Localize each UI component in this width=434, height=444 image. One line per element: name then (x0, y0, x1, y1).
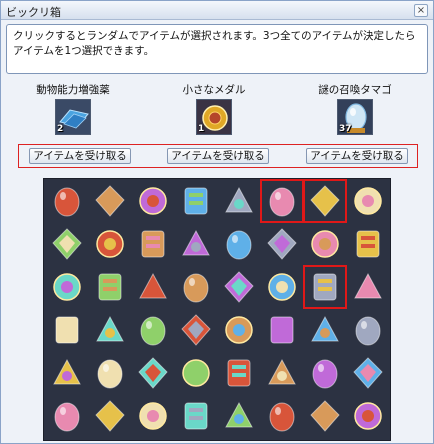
gold-crystal-icon[interactable] (220, 225, 258, 263)
item-quantity: 1 (198, 124, 205, 134)
item-grid (43, 178, 391, 441)
receive-item-button-3[interactable]: アイテムを受け取る (306, 148, 408, 164)
monkey-mask-icon[interactable] (220, 397, 258, 435)
selected-items-panel: 動物能力増強薬 2 小さなメダル 1 謎の召喚タマゴ 37 アイテムを受け取る … (15, 78, 421, 174)
selected-item-label: 謎の召喚タマゴ (318, 84, 392, 96)
instruction-message: クリックするとランダムでアイテムが選択されます。3つ全てのアイテムが決定したらア… (6, 24, 428, 74)
red-crystal-icon[interactable] (91, 225, 129, 263)
title-bar[interactable]: ビックリ箱 × (1, 1, 433, 20)
red-gem-ring-icon[interactable] (134, 354, 172, 392)
puzzle-box-icon[interactable] (349, 397, 387, 435)
receive-item-button-1[interactable]: アイテムを受け取る (29, 148, 131, 164)
item-quantity: 2 (57, 124, 64, 134)
selected-slot-1: 動物能力増強薬 2 (17, 82, 129, 146)
red-leaf-icon[interactable] (48, 311, 86, 349)
capsule-icon[interactable] (306, 311, 344, 349)
bell-icon[interactable] (306, 354, 344, 392)
receive-buttons-group: アイテムを受け取る アイテムを受け取る アイテムを受け取る (18, 144, 418, 168)
backpack-icon[interactable] (263, 311, 301, 349)
key-chain-icon[interactable] (263, 397, 301, 435)
red-egg-icon[interactable] (134, 311, 172, 349)
selected-item-label: 小さなメダル (182, 84, 246, 96)
stone-tablet-icon[interactable] (177, 268, 215, 306)
blue-ticket-icon[interactable] (220, 268, 258, 306)
pink-potion-icon[interactable] (177, 311, 215, 349)
hammer-icon[interactable] (349, 268, 387, 306)
pot-icon[interactable] (134, 182, 172, 220)
shield-badge-icon[interactable] (134, 397, 172, 435)
bomb-icon[interactable] (48, 397, 86, 435)
lotus-bowl-icon[interactable] (48, 354, 86, 392)
blue-feather-bundle-icon[interactable]: 2 (55, 99, 91, 135)
feather-wing-icon[interactable] (263, 268, 301, 306)
skull-pot-icon[interactable] (306, 225, 344, 263)
pink-gift-icon[interactable] (220, 182, 258, 220)
close-button[interactable]: × (414, 4, 428, 17)
green-potion-icon[interactable] (220, 311, 258, 349)
blue-egg-icon[interactable] (260, 179, 304, 223)
gold-capsule-icon[interactable] (263, 354, 301, 392)
window-title: ビックリ箱 (6, 6, 61, 19)
green-crystal-icon[interactable] (177, 225, 215, 263)
receive-item-button-2[interactable]: アイテムを受け取る (167, 148, 269, 164)
selected-slot-2: 小さなメダル 1 (158, 82, 270, 146)
wreath-icon[interactable] (91, 397, 129, 435)
selected-slot-3: 謎の召喚タマゴ 37 (299, 82, 411, 146)
surprise-box-window: ビックリ箱 × クリックするとランダムでアイテムが選択されます。3つ全てのアイテ… (0, 0, 434, 444)
item-quantity: 37 (339, 124, 352, 134)
winged-scroll-icon[interactable] (177, 354, 215, 392)
ticket-card-icon[interactable] (263, 225, 301, 263)
selected-item-label: 動物能力増強薬 (36, 84, 110, 96)
red-pouch-icon[interactable] (177, 397, 215, 435)
calendar-book-icon[interactable] (48, 268, 86, 306)
crystal-cluster-icon[interactable] (134, 225, 172, 263)
dark-jar-icon[interactable] (177, 182, 215, 220)
scroll-sign-icon[interactable] (349, 311, 387, 349)
teal-leaf-icon[interactable] (91, 311, 129, 349)
scroll-card-icon[interactable] (48, 225, 86, 263)
mirror-icon[interactable] (306, 397, 344, 435)
gold-medal-icon[interactable]: 1 (196, 99, 232, 135)
blue-potion-icon[interactable] (349, 225, 387, 263)
clock-icon[interactable] (349, 354, 387, 392)
mint-capsule-icon[interactable] (91, 354, 129, 392)
brown-tome-icon[interactable] (220, 354, 258, 392)
bowling-pin-icon[interactable] (349, 182, 387, 220)
pink-crystal-icon[interactable] (91, 268, 129, 306)
blue-egg-icon[interactable]: 37 (337, 99, 373, 135)
cone-torch-icon[interactable] (48, 182, 86, 220)
purple-gem-icon[interactable] (134, 268, 172, 306)
winged-bottle-icon[interactable] (91, 182, 129, 220)
gold-medal-icon[interactable] (303, 265, 347, 309)
blue-feather-bundle-icon[interactable] (303, 179, 347, 223)
